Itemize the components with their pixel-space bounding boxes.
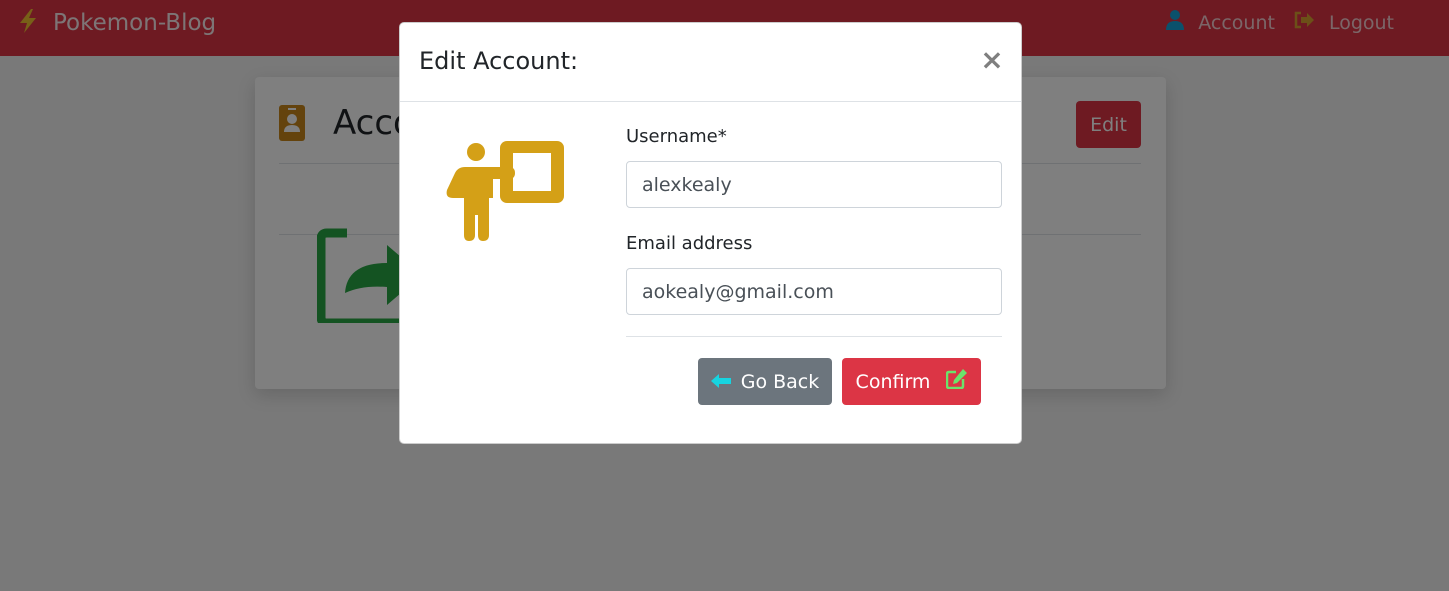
email-input[interactable] <box>626 268 1002 315</box>
divider <box>626 336 1002 337</box>
modal-header: Edit Account: × <box>400 23 1021 102</box>
go-back-label: Go Back <box>740 370 820 393</box>
arrow-left-icon <box>710 371 741 393</box>
chalkboard-teacher-icon <box>445 140 565 246</box>
edit-account-modal: Edit Account: × Username* Email address … <box>399 22 1022 444</box>
edit-icon <box>930 369 968 394</box>
modal-title: Edit Account: <box>419 47 579 75</box>
confirm-label: Confirm <box>855 370 931 393</box>
go-back-button[interactable]: Go Back <box>698 358 832 405</box>
confirm-button[interactable]: Confirm <box>842 358 981 405</box>
username-label: Username* <box>626 126 727 147</box>
email-label: Email address <box>626 233 753 254</box>
username-input[interactable] <box>626 161 1002 208</box>
close-button[interactable]: × <box>978 45 1006 75</box>
